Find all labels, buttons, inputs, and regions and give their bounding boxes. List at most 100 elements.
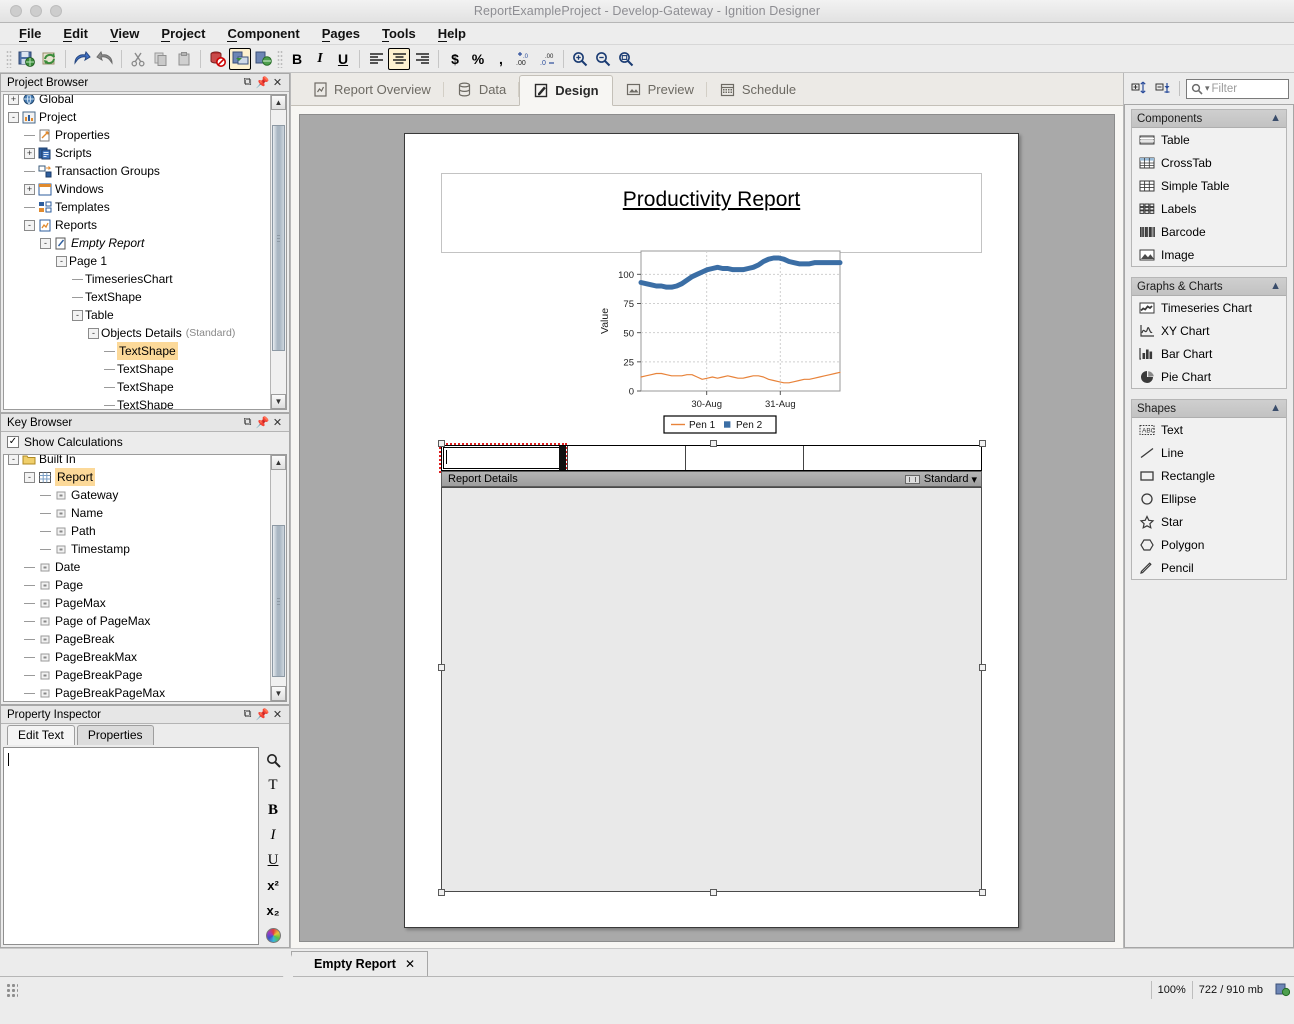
report-details-band-header[interactable]: Report Details Standard ▾ — [441, 471, 982, 487]
key-browser-scrollbar[interactable]: ▲ ▼ — [270, 455, 286, 701]
cut-icon[interactable] — [127, 48, 149, 70]
chevron-down-icon[interactable]: ▾ — [971, 473, 977, 486]
project-tree-node[interactable]: -Table — [4, 306, 286, 324]
pin-icon[interactable]: 📌 — [255, 76, 270, 90]
collapse-toggle-icon[interactable]: - — [56, 256, 67, 267]
align-left-icon[interactable] — [365, 48, 387, 70]
key-tree-node[interactable]: Page — [4, 576, 286, 594]
palette-item-bar-chart[interactable]: Bar Chart — [1132, 342, 1286, 365]
project-tree-node[interactable]: -Objects Details(Standard) — [4, 324, 286, 342]
zoom-level[interactable]: 100% — [1151, 981, 1192, 999]
edit-text-area[interactable] — [3, 747, 259, 945]
project-tree-node[interactable]: TextShape — [4, 342, 286, 360]
project-tree-node[interactable]: TextShape — [4, 378, 286, 396]
chevron-up-icon[interactable]: ▲ — [1270, 403, 1281, 414]
collapse-toggle-icon[interactable]: - — [72, 310, 83, 321]
palette-item-labels[interactable]: Labels — [1132, 197, 1286, 220]
toolbar-grip[interactable] — [277, 50, 283, 68]
key-tree-node[interactable]: Page of PageMax — [4, 612, 286, 630]
collapse-toggle-icon[interactable]: - — [8, 454, 19, 465]
percent-format-button[interactable]: % — [467, 48, 489, 70]
refresh-icon[interactable] — [38, 48, 60, 70]
project-tree-node[interactable]: TextShape — [4, 396, 286, 410]
remove-decimal-icon[interactable]: .00 .0 — [536, 48, 558, 70]
italic-icon[interactable]: I — [262, 826, 284, 844]
resize-grabber[interactable] — [559, 446, 566, 470]
zoom-fit-icon[interactable] — [615, 48, 637, 70]
palette-item-polygon[interactable]: Polygon — [1132, 533, 1286, 556]
scrollbar-thumb[interactable] — [272, 525, 285, 677]
project-tree-node[interactable]: TimeseriesChart — [4, 270, 286, 288]
tab-design[interactable]: Design — [519, 75, 612, 106]
timeseries-chart[interactable]: 025507510030-Aug31-AugValuePen 1Pen 2 — [595, 239, 845, 439]
bold-icon[interactable]: B — [262, 801, 284, 819]
preview-mode-icon[interactable] — [229, 48, 251, 70]
project-tree-node[interactable]: -Empty Report — [4, 234, 286, 252]
collapse-toggle-icon[interactable]: - — [24, 472, 35, 483]
project-tree-node[interactable]: TextShape — [4, 360, 286, 378]
chevron-up-icon[interactable]: ▲ — [1270, 281, 1281, 292]
show-calculations-checkbox[interactable]: ✓ — [7, 436, 19, 448]
pin-icon[interactable]: 📌 — [255, 708, 270, 722]
close-icon[interactable]: ✕ — [270, 416, 285, 430]
gateway-status-icon[interactable] — [1273, 981, 1291, 999]
subscript-icon[interactable]: x₂ — [262, 901, 284, 919]
menu-project[interactable]: Project — [150, 26, 216, 41]
project-tree-node[interactable]: +Scripts — [4, 144, 286, 162]
tab-edit-text[interactable]: Edit Text — [7, 725, 75, 745]
float-icon[interactable]: ⧉ — [240, 708, 255, 722]
collapse-toggle-icon[interactable]: - — [8, 112, 19, 123]
close-icon[interactable]: ✕ — [405, 957, 415, 971]
selection-handle-tc[interactable] — [710, 440, 717, 447]
collapse-toggle-icon[interactable]: - — [24, 220, 35, 231]
project-browser-scrollbar[interactable]: ▲ ▼ — [270, 95, 286, 409]
palette-item-rectangle[interactable]: Rectangle — [1132, 464, 1286, 487]
key-tree-node[interactable]: Path — [4, 522, 286, 540]
expand-toggle-icon[interactable]: + — [24, 184, 35, 195]
font-icon[interactable]: T — [262, 776, 284, 794]
redo-icon[interactable] — [94, 48, 116, 70]
palette-item-barcode[interactable]: Barcode — [1132, 220, 1286, 243]
menu-component[interactable]: Component — [216, 26, 310, 41]
italic-button[interactable]: I — [309, 48, 331, 70]
palette-item-ellipse[interactable]: Ellipse — [1132, 487, 1286, 510]
close-icon[interactable]: ✕ — [270, 708, 285, 722]
tab-report-overview[interactable]: Report Overview — [299, 74, 444, 105]
pin-icon[interactable]: 📌 — [255, 416, 270, 430]
palette-item-image[interactable]: Image — [1132, 243, 1286, 266]
key-tree-node[interactable]: PageBreakMax — [4, 648, 286, 666]
zoom-out-icon[interactable] — [592, 48, 614, 70]
selection-handle-mr[interactable] — [979, 664, 986, 671]
key-tree-node[interactable]: Date — [4, 558, 286, 576]
toolbar-grip[interactable] — [6, 50, 12, 68]
palette-item-star[interactable]: Star — [1132, 510, 1286, 533]
copy-icon[interactable] — [150, 48, 172, 70]
menu-help[interactable]: Help — [427, 26, 477, 41]
report-page[interactable]: Productivity Report 025507510030-Aug31-A… — [404, 133, 1019, 928]
paste-icon[interactable] — [173, 48, 195, 70]
underline-icon[interactable]: U — [262, 851, 284, 869]
palette-item-xy-chart[interactable]: XY Chart — [1132, 319, 1286, 342]
tab-schedule[interactable]: Schedule — [707, 74, 809, 105]
selection-handle-br[interactable] — [979, 889, 986, 896]
palette-item-timeseries-chart[interactable]: Timeseries Chart — [1132, 296, 1286, 319]
palette-item-pencil[interactable]: Pencil — [1132, 556, 1286, 579]
key-tree-node[interactable]: Timestamp — [4, 540, 286, 558]
palette-header[interactable]: Graphs & Charts▲ — [1132, 278, 1286, 296]
color-picker-icon[interactable] — [262, 926, 284, 944]
project-tree-node[interactable]: -Page 1 — [4, 252, 286, 270]
chevron-up-icon[interactable]: ▲ — [1270, 113, 1281, 124]
tab-preview[interactable]: Preview — [613, 74, 707, 105]
float-icon[interactable]: ⧉ — [240, 416, 255, 430]
palette-header[interactable]: Shapes▲ — [1132, 400, 1286, 418]
palette-item-crosstab[interactable]: CrossTab — [1132, 151, 1286, 174]
key-tree-node[interactable]: PageBreakPageMax — [4, 684, 286, 702]
palette-header[interactable]: Components▲ — [1132, 110, 1286, 128]
save-icon[interactable] — [15, 48, 37, 70]
palette-item-simple-table[interactable]: Simple Table — [1132, 174, 1286, 197]
tab-data[interactable]: Data — [444, 74, 519, 105]
selection-handle-tr[interactable] — [979, 440, 986, 447]
palette-item-pie-chart[interactable]: Pie Chart — [1132, 365, 1286, 388]
align-right-icon[interactable] — [411, 48, 433, 70]
selected-textshape[interactable] — [439, 443, 567, 473]
